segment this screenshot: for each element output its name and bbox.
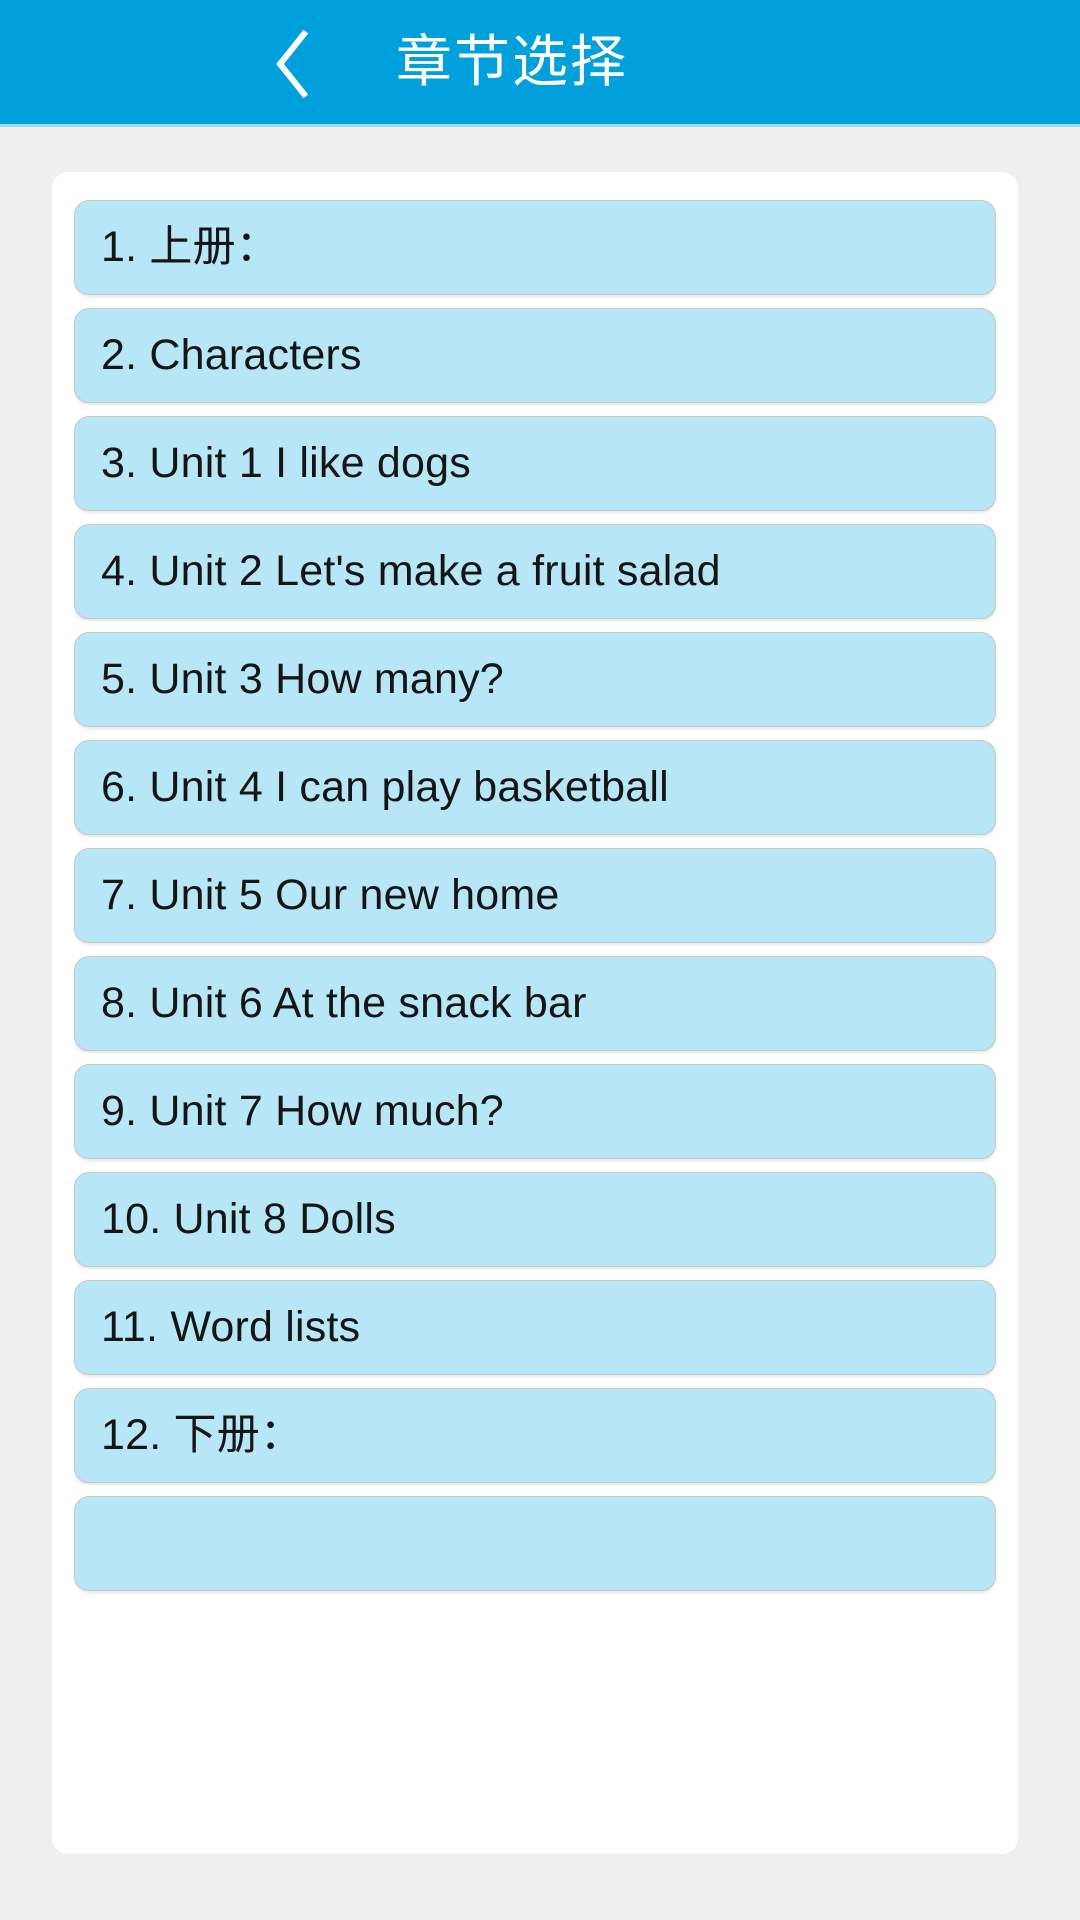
chapter-item-label: 9. Unit 7 How much?	[101, 1086, 504, 1135]
chapter-list-item[interactable]: 5. Unit 3 How many?	[74, 632, 996, 727]
chapter-list-item[interactable]: 8. Unit 6 At the snack bar	[74, 956, 996, 1051]
chapter-list-item[interactable]: 3. Unit 1 I like dogs	[74, 416, 996, 511]
chevron-left-icon	[270, 28, 316, 100]
app-bar: 章节选择	[0, 0, 1080, 127]
chapter-item-label: 10. Unit 8 Dolls	[101, 1194, 396, 1243]
chapter-list: 1. 上册： 2. Characters 3. Unit 1 I like dogs…	[74, 200, 996, 1591]
chapter-item-label: 3. Unit 1 I like dogs	[101, 438, 471, 487]
chapter-item-label: 1. 上册：	[101, 222, 280, 271]
chapter-item-label: 5. Unit 3 How many?	[101, 654, 504, 703]
chapter-list-item[interactable]: 11. Word lists	[74, 1280, 996, 1375]
chapter-list-item[interactable]: 7. Unit 5 Our new home	[74, 848, 996, 943]
chapter-item-label: 4. Unit 2 Let's make a fruit salad	[101, 546, 721, 595]
chapter-list-item[interactable]: 2. Characters	[74, 308, 996, 403]
chapter-list-item[interactable]: 10. Unit 8 Dolls	[74, 1172, 996, 1267]
chapter-item-label: 12. 下册：	[101, 1410, 304, 1459]
chapter-item-label: 11. Word lists	[101, 1302, 361, 1351]
chapter-item-label: 7. Unit 5 Our new home	[101, 870, 560, 919]
chapter-item-label: 8. Unit 6 At the snack bar	[101, 978, 587, 1027]
chapter-card: 1. 上册： 2. Characters 3. Unit 1 I like dogs…	[52, 172, 1018, 1854]
chapter-list-item[interactable]: 12. 下册：	[74, 1388, 996, 1483]
chapter-list-item[interactable]: 9. Unit 7 How much?	[74, 1064, 996, 1159]
back-button[interactable]	[245, 28, 341, 100]
page-title: 章节选择	[396, 30, 628, 93]
chapter-item-label: 2. Characters	[101, 330, 362, 379]
chapter-item-label: 6. Unit 4 I can play basketball	[101, 762, 669, 811]
chapter-list-item[interactable]	[74, 1496, 996, 1591]
chapter-list-item[interactable]: 4. Unit 2 Let's make a fruit salad	[74, 524, 996, 619]
chapter-list-item[interactable]: 1. 上册：	[74, 200, 996, 295]
content-area: 1. 上册： 2. Characters 3. Unit 1 I like dogs…	[0, 127, 1080, 1920]
chapter-list-item[interactable]: 6. Unit 4 I can play basketball	[74, 740, 996, 835]
